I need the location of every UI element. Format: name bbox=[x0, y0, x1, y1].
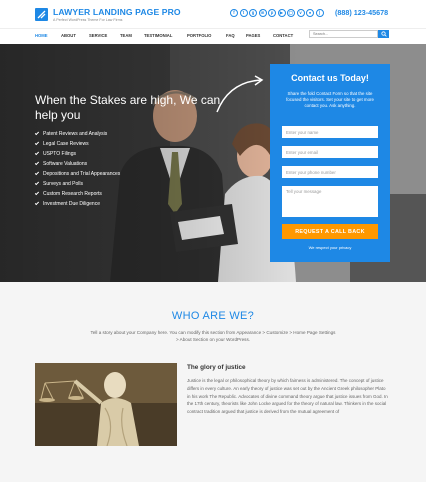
list-item-label: Surveys and Polls bbox=[43, 181, 84, 187]
nav-service[interactable]: SERVICE bbox=[89, 33, 107, 38]
request-callback-button[interactable]: REQUEST A CALL BACK bbox=[282, 224, 378, 239]
name-field[interactable]: Enter your name bbox=[282, 126, 378, 138]
nav-pages[interactable]: PAGES bbox=[246, 33, 260, 38]
check-icon bbox=[34, 141, 40, 146]
search-icon bbox=[380, 31, 387, 37]
about-section: WHO ARE WE? Tell a story about your Comp… bbox=[0, 282, 426, 482]
privacy-note: We respect your privacy bbox=[308, 245, 352, 250]
list-item-label: Custom Research Reports bbox=[43, 191, 102, 197]
check-icon bbox=[34, 161, 40, 166]
phone-field[interactable]: Enter your phone number bbox=[282, 166, 378, 178]
nav-team[interactable]: TEAM bbox=[120, 33, 132, 38]
contact-form-description: Share the fold Contact Form so that the … bbox=[286, 91, 374, 108]
vimeo-icon[interactable]: v bbox=[296, 9, 305, 17]
social-links: f t g in p ▶ ◯ v ● ) bbox=[230, 9, 324, 17]
section-title: WHO ARE WE? bbox=[171, 310, 255, 322]
linkedin-icon[interactable]: in bbox=[258, 9, 267, 17]
site-title[interactable]: LAWYER LANDING PAGE PRO bbox=[53, 7, 181, 17]
google-plus-icon[interactable]: g bbox=[249, 9, 257, 17]
service-list: Patent Reviews and Analysis Legal Case R… bbox=[34, 129, 121, 209]
search-button[interactable] bbox=[378, 30, 389, 38]
check-icon bbox=[34, 131, 40, 136]
check-icon bbox=[34, 191, 40, 196]
logo-icon[interactable] bbox=[35, 8, 48, 21]
check-icon bbox=[34, 181, 40, 186]
list-item-label: Legal Case Reviews bbox=[43, 141, 89, 147]
phone-number[interactable]: (888) 123-45678 bbox=[335, 8, 388, 17]
site-header: LAWYER LANDING PAGE PRO A Perfect WordPr… bbox=[0, 0, 426, 28]
search-input[interactable] bbox=[309, 30, 378, 38]
list-item: Legal Case Reviews bbox=[34, 139, 120, 149]
hero-section: When the Stakes are high, We can help yo… bbox=[0, 44, 426, 282]
nav-about[interactable]: ABOUT bbox=[61, 33, 76, 38]
article-title: The glory of justice bbox=[187, 364, 246, 371]
check-icon bbox=[34, 171, 40, 176]
instagram-icon[interactable]: ◯ bbox=[287, 9, 295, 17]
justice-statue-image bbox=[35, 363, 177, 446]
message-field[interactable]: Tell your message bbox=[282, 186, 378, 217]
check-icon bbox=[34, 201, 40, 206]
twitter-icon[interactable]: t bbox=[239, 9, 248, 17]
email-field[interactable]: Enter your email bbox=[282, 146, 378, 158]
list-item: Patent Reviews and Analysis bbox=[34, 129, 120, 139]
article-text: Justice is the legal or philosophical th… bbox=[187, 378, 388, 415]
list-item: Depositions and Trial Appearances bbox=[34, 169, 121, 179]
dribbble-icon[interactable]: ● bbox=[306, 9, 314, 17]
pinterest-icon[interactable]: p bbox=[268, 9, 276, 17]
list-item-label: USPTO Filings bbox=[43, 151, 76, 157]
list-item: Software Valuations bbox=[34, 159, 120, 169]
list-item: Investment Due Diligence bbox=[34, 199, 120, 209]
facebook-icon[interactable]: f bbox=[230, 9, 238, 17]
check-icon bbox=[34, 151, 40, 156]
nav-contact[interactable]: CONTACT bbox=[273, 33, 293, 38]
contact-form-title: Contact us Today! bbox=[291, 73, 369, 83]
list-item: USPTO Filings bbox=[34, 149, 120, 159]
nav-home[interactable]: HOME bbox=[35, 33, 48, 38]
list-item-label: Investment Due Diligence bbox=[43, 201, 100, 207]
youtube-icon[interactable]: ▶ bbox=[277, 9, 286, 17]
site-tagline: A Perfect WordPress Theme For Law Firms bbox=[53, 18, 123, 22]
hero-title: When the Stakes are high, We can help yo… bbox=[35, 93, 221, 122]
list-item: Custom Research Reports bbox=[34, 189, 120, 199]
nav-portfolio[interactable]: PORTFOLIO bbox=[187, 33, 211, 38]
section-description: Tell a story about your Company here. Yo… bbox=[90, 330, 336, 342]
nav-testimonial[interactable]: TESTIMONIAL bbox=[144, 33, 172, 38]
nav-faq[interactable]: FAQ bbox=[226, 33, 235, 38]
list-item: Surveys and Polls bbox=[34, 179, 120, 189]
list-item-label: Depositions and Trial Appearances bbox=[43, 171, 121, 177]
list-item-label: Software Valuations bbox=[43, 161, 88, 167]
rss-icon[interactable]: ) bbox=[315, 9, 324, 17]
list-item-label: Patent Reviews and Analysis bbox=[43, 131, 108, 137]
contact-form: Contact us Today! Share the fold Contact… bbox=[270, 64, 390, 262]
